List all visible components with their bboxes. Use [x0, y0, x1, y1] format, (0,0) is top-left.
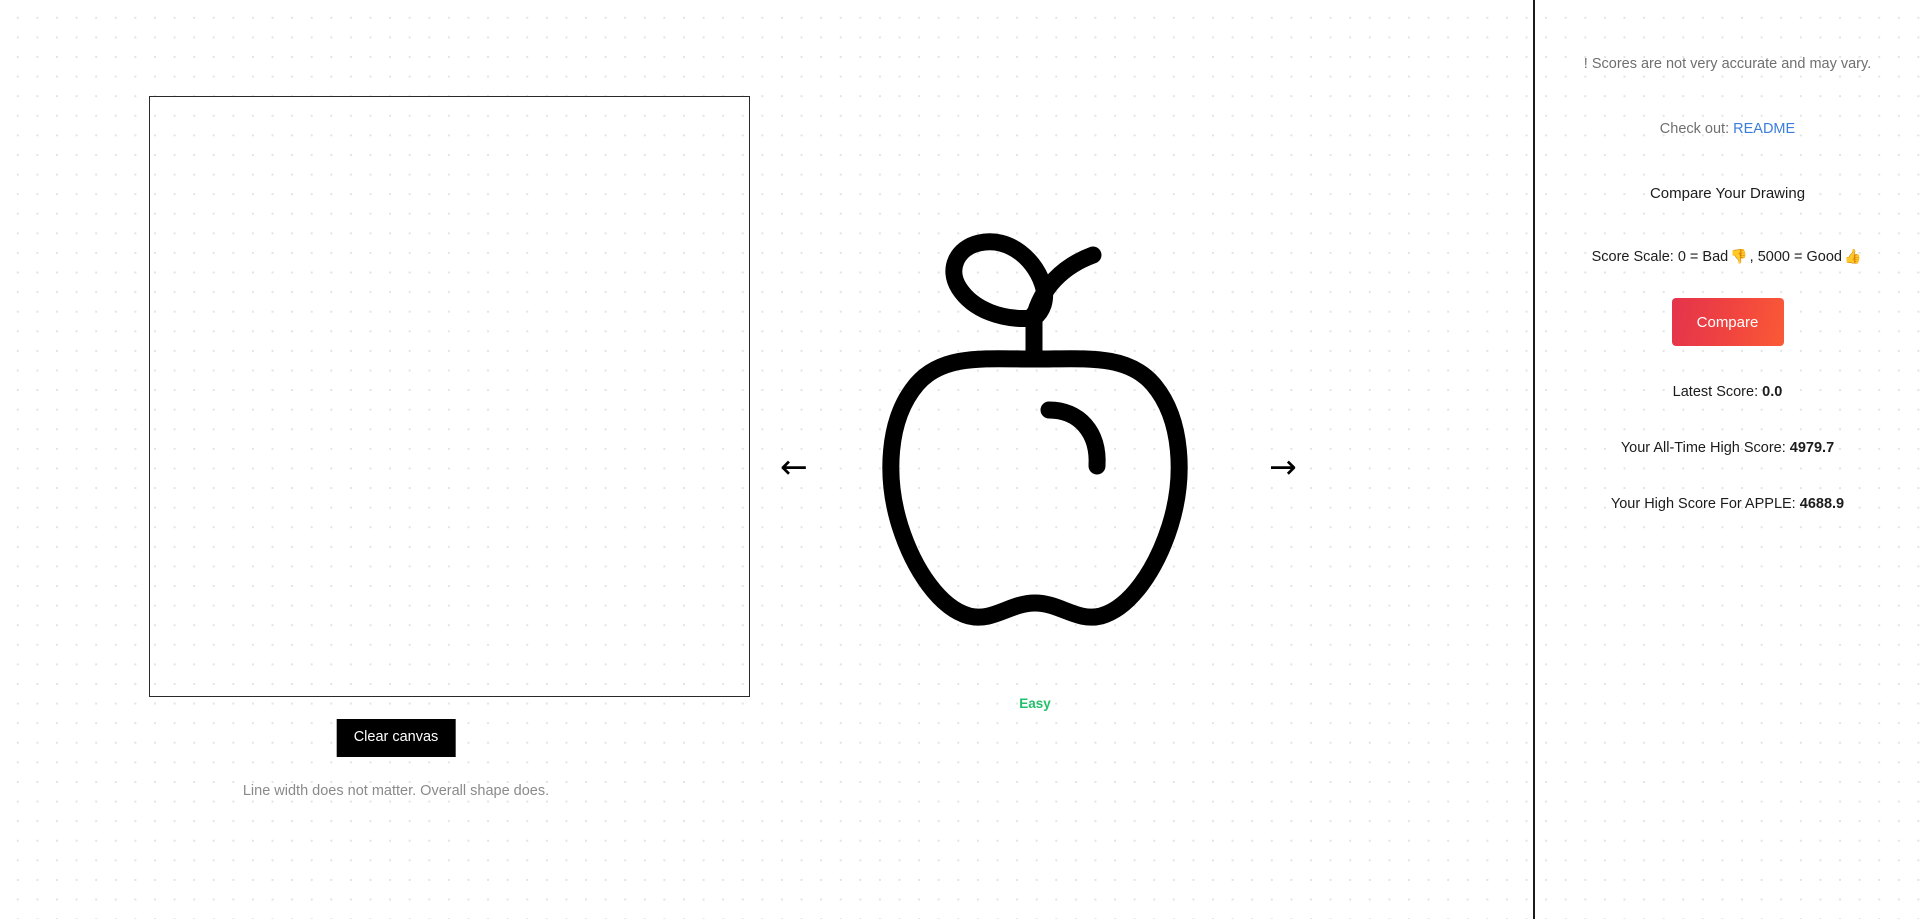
work-area: Clear canvas Line width does not matter.…	[0, 0, 1533, 919]
reference-drawing-block: Easy	[795, 96, 1275, 716]
score-scale-text: Score Scale: 0 = Bad 👎, 5000 = Good 👍	[1535, 249, 1920, 265]
side-panel: ! Scores are not very accurate and may v…	[1533, 0, 1920, 919]
category-high-score-label: Your High Score For APPLE:	[1610, 496, 1800, 512]
latest-score-row: Latest Score: 0.0	[1673, 384, 1783, 400]
category-high-score-value: 4688.9	[1799, 496, 1845, 512]
score-scale-prefix: Score Scale: 0 = Bad	[1591, 249, 1729, 265]
score-scale-middle: , 5000 = Good	[1749, 249, 1842, 265]
accuracy-warning-text: ! Scores are not very accurate and may v…	[1583, 56, 1872, 72]
readme-line: Check out: README	[1535, 121, 1920, 137]
readme-link[interactable]: README	[1733, 121, 1795, 137]
latest-score-value: 0.0	[1762, 384, 1783, 400]
latest-score-label: Latest Score:	[1672, 384, 1763, 400]
thumbs-up-icon: 👍	[1843, 249, 1862, 265]
apple-outline-icon	[865, 226, 1205, 626]
drawing-canvas[interactable]	[149, 96, 750, 697]
alltime-high-score-value: 4979.7	[1789, 440, 1835, 456]
difficulty-label: Easy	[1019, 696, 1051, 711]
category-high-score-row: Your High Score For APPLE: 4688.9	[1611, 496, 1844, 512]
thumbs-down-icon: 👎	[1730, 249, 1748, 265]
readme-prefix-text: Check out:	[1659, 121, 1734, 137]
compare-button[interactable]: Compare	[1671, 298, 1784, 346]
clear-canvas-button[interactable]: Clear canvas	[336, 719, 456, 757]
next-drawing-arrow-icon[interactable]: →	[1255, 438, 1311, 494]
panel-title: Compare Your Drawing	[1649, 185, 1806, 202]
alltime-high-score-row: Your All-Time High Score: 4979.7	[1621, 440, 1834, 456]
drawing-canvas-block	[149, 96, 750, 697]
canvas-hint-text: Line width does not matter. Overall shap…	[242, 783, 550, 799]
alltime-high-score-label: Your All-Time High Score:	[1620, 440, 1790, 456]
app-root: Clear canvas Line width does not matter.…	[0, 0, 1920, 919]
